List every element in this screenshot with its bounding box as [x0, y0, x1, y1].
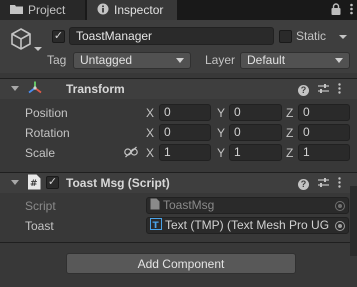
object-picker-icon	[335, 200, 345, 211]
static-label: Static	[296, 29, 327, 43]
chevron-down-icon	[176, 58, 184, 63]
scale-z-field[interactable]: 1	[298, 144, 350, 161]
axis-z-label: Z	[286, 106, 294, 120]
tab-inspector[interactable]: Inspector	[87, 0, 177, 20]
preset-sliders-icon[interactable]	[318, 83, 329, 97]
tag-label: Tag	[47, 53, 67, 67]
position-x-field[interactable]: 0	[159, 104, 211, 121]
layer-dropdown[interactable]: Default	[240, 52, 350, 69]
script-enabled-checkbox[interactable]: ✓	[46, 176, 59, 189]
position-y-field[interactable]: 0	[229, 104, 282, 121]
static-checkbox[interactable]	[279, 30, 292, 43]
scale-label: Scale	[25, 146, 56, 160]
toast-script-title: Toast Msg (Script)	[66, 176, 170, 190]
transform-header-actions: ?	[298, 83, 341, 97]
svg-text:#: #	[30, 179, 38, 189]
tab-bar-actions	[331, 3, 353, 18]
toast-script-header-actions: ?	[298, 177, 341, 191]
rotation-label: Rotation	[25, 126, 70, 140]
object-picker-icon[interactable]	[335, 220, 345, 231]
gameobject-cube-icon[interactable]	[9, 27, 33, 51]
static-dropdown-caret-icon[interactable]	[339, 35, 347, 39]
script-reference-value: ToastMsg	[163, 198, 215, 212]
transform-title: Transform	[66, 82, 125, 96]
tag-dropdown-value: Untagged	[80, 53, 133, 67]
scale-x-field[interactable]: 1	[159, 144, 211, 161]
axis-y-label: Y	[217, 126, 226, 140]
info-icon	[97, 3, 109, 18]
tab-project[interactable]: Project	[0, 0, 86, 20]
script-label: Script	[25, 199, 56, 213]
add-component-button[interactable]: Add Component	[66, 253, 296, 274]
transform-icon	[27, 80, 43, 99]
tmp-text-icon: T	[150, 218, 162, 233]
constrain-proportions-link-icon[interactable]	[124, 146, 138, 161]
layer-label: Layer	[205, 53, 236, 67]
object-name-field[interactable]: ToastManager	[69, 27, 274, 45]
preset-sliders-icon[interactable]	[318, 177, 329, 191]
chevron-down-icon	[335, 58, 343, 63]
help-icon[interactable]: ?	[298, 178, 309, 190]
script-reference-field: ToastMsg	[146, 197, 349, 214]
active-checkbox[interactable]: ✓	[52, 30, 65, 43]
cs-script-icon: #	[27, 174, 41, 193]
tag-dropdown[interactable]: Untagged	[73, 52, 191, 69]
axis-z-label: Z	[286, 126, 294, 140]
layer-dropdown-value: Default	[247, 53, 286, 67]
toast-reference-value: Text (TMP) (Text Mesh Pro UG	[165, 218, 330, 232]
more-options-icon[interactable]	[350, 3, 353, 18]
rotation-x-field[interactable]: 0	[159, 124, 211, 141]
position-z-field[interactable]: 0	[298, 104, 350, 121]
help-icon[interactable]: ?	[298, 84, 309, 96]
rotation-y-field[interactable]: 0	[229, 124, 282, 141]
foldout-arrow-icon[interactable]	[11, 86, 19, 91]
rotation-z-field[interactable]: 0	[298, 124, 350, 141]
tab-project-label: Project	[28, 3, 66, 17]
axis-x-label: X	[146, 126, 155, 140]
svg-text:T: T	[153, 221, 160, 230]
toast-label: Toast	[25, 219, 54, 233]
scale-y-field[interactable]: 1	[229, 144, 282, 161]
script-asset-icon	[150, 198, 160, 213]
tab-inspector-label: Inspector	[114, 3, 164, 17]
axis-y-label: Y	[217, 146, 226, 160]
foldout-arrow-icon[interactable]	[11, 180, 19, 185]
lock-icon[interactable]	[331, 3, 341, 18]
more-options-icon[interactable]	[338, 83, 341, 97]
folder-icon	[10, 3, 23, 17]
axis-x-label: X	[146, 146, 155, 160]
axis-x-label: X	[146, 106, 155, 120]
icon-dropdown-caret-icon[interactable]	[34, 47, 42, 51]
toast-reference-field[interactable]: T Text (TMP) (Text Mesh Pro UG	[146, 217, 349, 234]
more-options-icon[interactable]	[338, 177, 341, 191]
scrollbar[interactable]	[350, 186, 357, 256]
axis-z-label: Z	[286, 146, 294, 160]
position-label: Position	[25, 106, 68, 120]
axis-y-label: Y	[217, 106, 226, 120]
component-divider	[0, 242, 357, 243]
